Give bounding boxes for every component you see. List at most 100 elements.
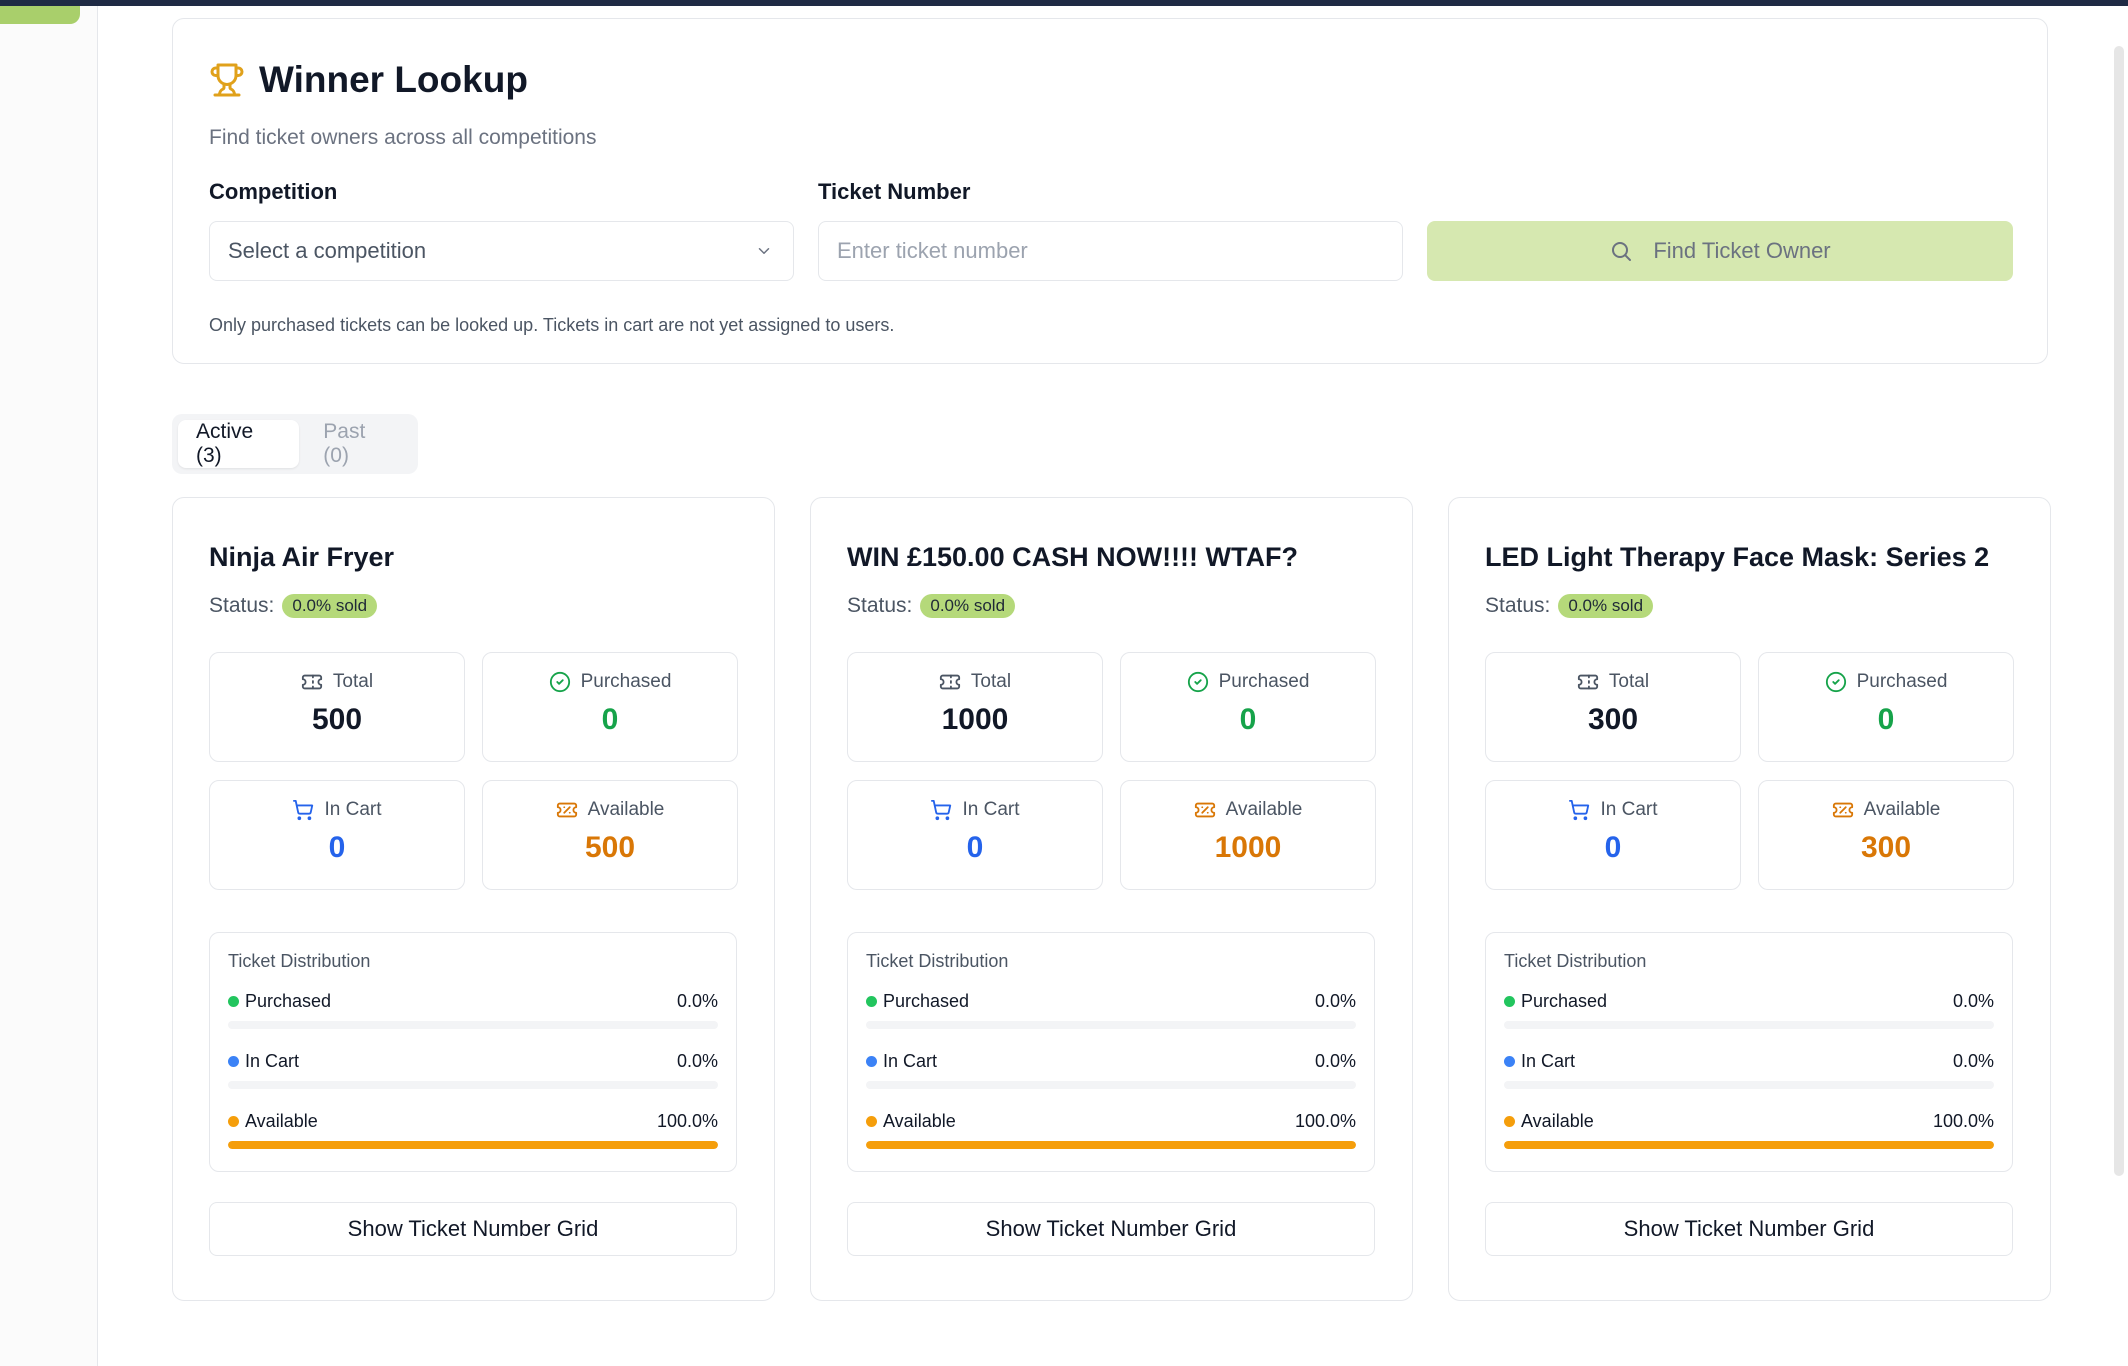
available-dot	[1504, 1116, 1515, 1127]
available-dot	[866, 1116, 877, 1127]
cart-icon	[293, 799, 314, 821]
page-title: Winner Lookup	[259, 59, 528, 100]
stat-in-cart: In Cart 0	[847, 780, 1103, 890]
competition-card: Ninja Air Fryer Status: 0.0% sold Total …	[172, 497, 775, 1301]
purchased-dot	[228, 996, 239, 1007]
stat-in-cart-value: 0	[1604, 831, 1622, 864]
distribution-purchased: Purchased 0.0%	[1504, 991, 1994, 1031]
distribution-purchased-label: Purchased	[883, 991, 970, 1011]
purchased-progress-track	[866, 1021, 1356, 1029]
status-row: Status: 0.0% sold	[1485, 594, 1654, 618]
distribution-available: Available 100.0%	[1504, 1111, 1994, 1151]
in-cart-dot	[228, 1056, 239, 1067]
find-ticket-owner-label: Find Ticket Owner	[1653, 238, 1831, 263]
ticket-number-placeholder: Enter ticket number	[837, 238, 1028, 263]
distribution-in-cart-label: In Cart	[883, 1051, 938, 1071]
in-cart-progress-track	[1504, 1081, 1994, 1089]
ticket-icon	[1194, 802, 1215, 818]
page-subtitle: Find ticket owners across all competitio…	[209, 126, 597, 149]
stat-total: Total 1000	[847, 652, 1103, 762]
stat-total-value: 1000	[941, 703, 1009, 736]
purchased-dot	[1504, 996, 1515, 1007]
show-ticket-grid-button[interactable]: Show Ticket Number Grid	[847, 1202, 1375, 1256]
status-label: Status:	[847, 594, 913, 617]
ticket-icon	[1832, 802, 1853, 818]
status-badge: 0.0% sold	[282, 594, 378, 618]
distribution-available: Available 100.0%	[866, 1111, 1356, 1151]
competition-name: LED Light Therapy Face Mask: Series 2	[1485, 542, 1990, 572]
distribution-in-cart-pct: 0.0%	[676, 1051, 718, 1071]
stat-total-label: Total	[1608, 671, 1650, 692]
available-dot	[228, 1116, 239, 1127]
stat-available-label: Available	[587, 799, 665, 820]
show-ticket-grid-button[interactable]: Show Ticket Number Grid	[1485, 1202, 2013, 1256]
ticket-icon	[939, 674, 961, 690]
stat-available-label: Available	[1863, 799, 1941, 820]
in-cart-dot	[866, 1056, 877, 1067]
distribution-in-cart: In Cart 0.0%	[1504, 1051, 1994, 1091]
distribution-purchased-pct: 0.0%	[1952, 991, 1994, 1011]
ticket-number-label: Ticket Number	[818, 179, 971, 204]
distribution-in-cart-pct: 0.0%	[1952, 1051, 1994, 1071]
distribution-purchased: Purchased 0.0%	[866, 991, 1356, 1031]
ticket-number-input[interactable]: Enter ticket number	[818, 221, 1403, 281]
available-progress-track	[1504, 1141, 1994, 1149]
stat-in-cart-label: In Cart	[962, 799, 1020, 820]
stat-available: Available 300	[1758, 780, 2014, 890]
available-progress-fill	[228, 1141, 718, 1149]
ticket-distribution: Ticket Distribution Purchased 0.0% In Ca…	[209, 932, 737, 1172]
scrollbar[interactable]	[2108, 6, 2128, 1366]
stat-purchased-label: Purchased	[1856, 671, 1948, 692]
stat-in-cart-label: In Cart	[324, 799, 382, 820]
ticket-distribution: Ticket Distribution Purchased 0.0% In Ca…	[1485, 932, 2013, 1172]
lookup-header: Winner Lookup	[209, 59, 528, 101]
trophy-icon	[210, 63, 244, 97]
stat-available-value: 300	[1860, 831, 1912, 864]
stat-purchased-label: Purchased	[580, 671, 672, 692]
competition-card: LED Light Therapy Face Mask: Series 2 St…	[1448, 497, 2051, 1301]
stat-total-label: Total	[332, 671, 374, 692]
stat-total-label: Total	[970, 671, 1012, 692]
stat-available-value: 1000	[1214, 831, 1282, 864]
status-label: Status:	[1485, 594, 1551, 617]
competition-select[interactable]: Select a competition	[209, 221, 794, 281]
distribution-available-pct: 100.0%	[1294, 1111, 1356, 1131]
cart-icon	[931, 799, 952, 821]
distribution-purchased-pct: 0.0%	[676, 991, 718, 1011]
winner-lookup-card: Winner Lookup Find ticket owners across …	[172, 18, 2048, 364]
distribution-purchased-label: Purchased	[245, 991, 332, 1011]
available-progress-fill	[1504, 1141, 1994, 1149]
competition-card: WIN £150.00 CASH NOW!!!! WTAF? Status: 0…	[810, 497, 1413, 1301]
tab-past[interactable]: Past (0)	[305, 420, 412, 468]
show-ticket-grid-button[interactable]: Show Ticket Number Grid	[209, 1202, 737, 1256]
distribution-title: Ticket Distribution	[1504, 951, 1647, 971]
check-circle-icon	[1825, 671, 1846, 693]
purchased-progress-track	[228, 1021, 718, 1029]
distribution-in-cart-label: In Cart	[1521, 1051, 1576, 1071]
competition-name: WIN £150.00 CASH NOW!!!! WTAF?	[847, 542, 1298, 572]
distribution-in-cart: In Cart 0.0%	[228, 1051, 718, 1091]
tab-active[interactable]: Active (3)	[178, 420, 300, 468]
lookup-note: Only purchased tickets can be looked up.…	[209, 315, 895, 335]
stat-available-value: 500	[584, 831, 636, 864]
check-circle-icon	[549, 671, 570, 693]
stat-purchased-value: 0	[1239, 703, 1257, 736]
distribution-available: Available 100.0%	[228, 1111, 718, 1151]
in-cart-progress-track	[866, 1081, 1356, 1089]
sidebar-active-indicator[interactable]	[0, 6, 80, 24]
find-ticket-owner-button[interactable]: Find Ticket Owner	[1427, 221, 2013, 281]
check-circle-icon	[1187, 671, 1208, 693]
competition-select-value: Select a competition	[228, 238, 427, 263]
distribution-available-label: Available	[245, 1111, 318, 1131]
stat-in-cart-value: 0	[966, 831, 984, 864]
stat-purchased-value: 0	[1877, 703, 1895, 736]
distribution-purchased-pct: 0.0%	[1314, 991, 1356, 1011]
scrollbar-thumb[interactable]	[2114, 46, 2124, 1176]
stat-purchased: Purchased 0	[482, 652, 738, 762]
in-cart-dot	[1504, 1056, 1515, 1067]
competition-label: Competition	[209, 179, 338, 204]
status-row: Status: 0.0% sold	[847, 594, 1016, 618]
distribution-available-pct: 100.0%	[656, 1111, 718, 1131]
stat-available: Available 500	[482, 780, 738, 890]
stat-in-cart-value: 0	[328, 831, 346, 864]
